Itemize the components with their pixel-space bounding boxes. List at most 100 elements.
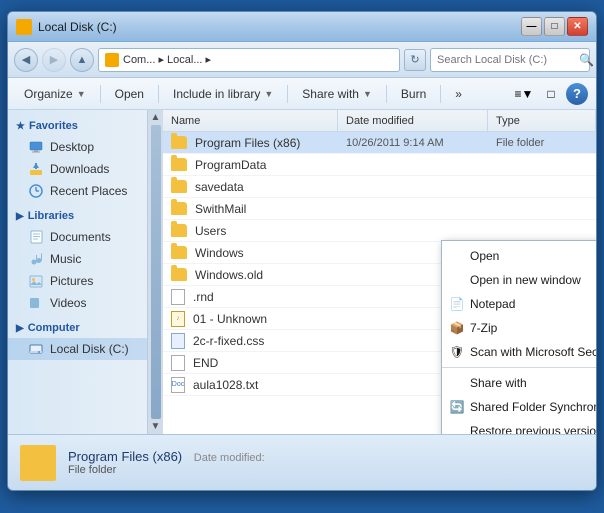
desktop-icon: [28, 139, 44, 155]
sync-icon: 🔄: [448, 398, 466, 416]
star-icon: ★: [16, 121, 25, 132]
sidebar-scroll-down[interactable]: ▼: [151, 421, 161, 434]
address-bar[interactable]: Com... ▸ Local... ▸: [98, 48, 400, 72]
file-date-cell: [338, 220, 488, 241]
cm-shared-folder-sync[interactable]: 🔄 Shared Folder Synchronization ▶: [442, 395, 596, 419]
search-input[interactable]: [437, 54, 579, 66]
main-area: ★ Favorites Desktop Downloads: [8, 110, 596, 434]
cm-share-with[interactable]: Share with ▶: [442, 371, 596, 395]
sidebar-item-documents[interactable]: Documents: [8, 226, 162, 248]
statusbar: Program Files (x86) Date modified: File …: [8, 434, 596, 490]
libraries-header[interactable]: ▶ Libraries: [8, 206, 162, 226]
col-header-type[interactable]: Type: [488, 110, 596, 131]
column-headers: Name Date modified Type: [163, 110, 596, 132]
address-folder-icon: [105, 53, 119, 67]
col-header-date[interactable]: Date modified: [338, 110, 488, 131]
minimize-button[interactable]: —: [521, 17, 542, 36]
sidebar-item-local-disk[interactable]: Local Disk (C:): [8, 338, 162, 360]
file-type-cell: [488, 198, 596, 219]
cm-sep-1: [442, 367, 596, 368]
sidebar-scroll-thumb[interactable]: [151, 125, 161, 419]
folder-icon: [171, 224, 187, 237]
file-name-cell: 2c-r-fixed.css: [163, 330, 338, 351]
refresh-button[interactable]: ↻: [404, 49, 426, 71]
sidebar-scroll-up[interactable]: ▲: [151, 110, 161, 123]
file-name-cell: ProgramData: [163, 154, 338, 175]
sidebar-item-recent-places[interactable]: Recent Places: [8, 180, 162, 202]
titlebar: Local Disk (C:) — □ ✕: [8, 12, 596, 42]
open-button[interactable]: Open: [107, 82, 152, 106]
file-date-cell: [338, 176, 488, 197]
sidebar-item-desktop[interactable]: Desktop: [8, 136, 162, 158]
libraries-section: ▶ Libraries Documents Music: [8, 206, 162, 314]
show-preview-button[interactable]: □: [539, 82, 563, 106]
security-icon: 🛡: [448, 343, 466, 361]
sidebar-item-downloads[interactable]: Downloads: [8, 158, 162, 180]
forward-button[interactable]: ▶: [42, 48, 66, 72]
context-menu: Open Open in new window 📄 Notepad 📦 7-Zi…: [441, 240, 596, 434]
local-disk-icon: [28, 341, 44, 357]
up-button[interactable]: ▲: [70, 48, 94, 72]
sidebar-item-music[interactable]: Music: [8, 248, 162, 270]
share-with-button[interactable]: Share with ▼: [294, 82, 380, 106]
cm-7zip[interactable]: 📦 7-Zip ▶: [442, 316, 596, 340]
recent-places-icon: [28, 183, 44, 199]
file-name-cell: .rnd: [163, 286, 338, 307]
file-name-cell: savedata: [163, 176, 338, 197]
7zip-icon: 📦: [448, 319, 466, 337]
file-date-cell: 10/26/2011 9:14 AM: [338, 132, 488, 153]
maximize-button[interactable]: □: [544, 17, 565, 36]
table-row[interactable]: Program Files (x86) 10/26/2011 9:14 AM F…: [163, 132, 596, 154]
cm-scan[interactable]: 🛡 Scan with Microsoft Security Essential…: [442, 340, 596, 364]
file-date-cell: [338, 154, 488, 175]
file-name-cell: SwithMail: [163, 198, 338, 219]
toolbar-view-icons: ≡▼ □ ?: [512, 82, 588, 106]
include-library-button[interactable]: Include in library ▼: [165, 82, 281, 106]
file-type-cell: [488, 154, 596, 175]
table-row[interactable]: ProgramData: [163, 154, 596, 176]
close-button[interactable]: ✕: [567, 17, 588, 36]
help-button[interactable]: ?: [566, 83, 588, 105]
folder-icon: [171, 268, 187, 281]
cm-notepad[interactable]: 📄 Notepad: [442, 292, 596, 316]
file-date-cell: [338, 198, 488, 219]
file-name-cell: Windows.old: [163, 264, 338, 285]
file-name-cell: Program Files (x86): [163, 132, 338, 153]
file-name-cell: ♪ 01 - Unknown: [163, 308, 338, 329]
toolbar-separator-5: [440, 85, 441, 103]
sidebar-item-pictures[interactable]: Pictures: [8, 270, 162, 292]
search-bar[interactable]: 🔍: [430, 48, 590, 72]
file-name-cell: Users: [163, 220, 338, 241]
table-row[interactable]: SwithMail: [163, 198, 596, 220]
back-button[interactable]: ◀: [14, 48, 38, 72]
cm-open[interactable]: Open: [442, 244, 596, 268]
file-icon: Doc: [171, 377, 185, 393]
table-row[interactable]: savedata: [163, 176, 596, 198]
favorites-header[interactable]: ★ Favorites: [8, 116, 162, 136]
file-name-cell: Windows: [163, 242, 338, 263]
favorites-section: ★ Favorites Desktop Downloads: [8, 116, 162, 202]
file-icon: [171, 355, 185, 371]
burn-button[interactable]: Burn: [393, 82, 434, 106]
col-header-name[interactable]: Name: [163, 110, 338, 131]
file-icon: [171, 289, 185, 305]
cm-open-new-window[interactable]: Open in new window: [442, 268, 596, 292]
toolbar-separator-3: [287, 85, 288, 103]
status-filename: Program Files (x86) Date modified:: [68, 449, 584, 464]
sidebar-scrollbar[interactable]: ▲ ▼: [147, 110, 163, 434]
folder-icon: [171, 202, 187, 215]
folder-icon: [171, 158, 187, 171]
cm-restore-versions[interactable]: Restore previous versions: [442, 419, 596, 434]
toolbar-separator-2: [158, 85, 159, 103]
address-text: Com... ▸ Local... ▸: [123, 53, 393, 66]
more-button[interactable]: »: [447, 82, 470, 106]
toolbar-separator-1: [100, 85, 101, 103]
sidebar-item-videos[interactable]: Videos: [8, 292, 162, 314]
change-view-button[interactable]: ≡▼: [512, 82, 536, 106]
notepad-icon: 📄: [448, 295, 466, 313]
table-row[interactable]: Users: [163, 220, 596, 242]
status-folder-icon: [20, 445, 56, 481]
organize-button[interactable]: Organize ▼: [16, 82, 94, 106]
computer-header[interactable]: ▶ Computer: [8, 318, 162, 338]
search-icon: 🔍: [579, 53, 594, 67]
